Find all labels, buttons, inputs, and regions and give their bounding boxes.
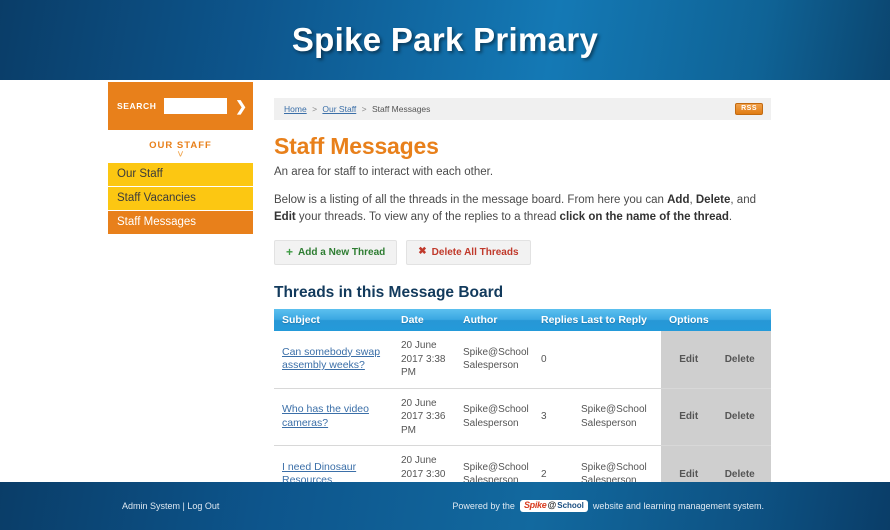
threads-table: Subject Date Author Replies Last to Repl… xyxy=(274,309,771,504)
edit-button[interactable]: Edit xyxy=(679,410,698,424)
breadcrumb-separator: > xyxy=(312,104,318,114)
page-lede: An area for staff to interact with each … xyxy=(274,166,494,178)
column-header-last-to-reply: Last to Reply xyxy=(573,309,661,331)
delete-button[interactable]: Delete xyxy=(725,410,755,424)
threads-table-body: Can somebody swap assembly weeks? 20 Jun… xyxy=(274,331,771,504)
column-header-author: Author xyxy=(455,309,533,331)
breadcrumb-separator: > xyxy=(361,104,367,114)
spike-at-school-logo: Spike @ School xyxy=(519,500,588,512)
cell-replies: 3 xyxy=(533,388,573,446)
page-intro: Below is a listing of all the threads in… xyxy=(274,192,771,226)
site-title: Spike Park Primary xyxy=(291,21,599,58)
column-header-options: Options xyxy=(661,309,771,331)
cell-date: 20 June 2017 3:36 PM xyxy=(393,388,455,446)
add-new-thread-label: Add a New Thread xyxy=(298,246,386,258)
thread-link[interactable]: Who has the video cameras? xyxy=(282,403,369,429)
delete-all-threads-label: Delete All Threads xyxy=(431,246,519,258)
sidebar-item-label: Staff Vacancies xyxy=(117,192,196,204)
sidebar: SEARCH ❯ OUR STAFF ˅ Our Staff Staff Vac… xyxy=(108,82,253,235)
site-footer: Admin System | Log Out Powered by the Sp… xyxy=(0,482,890,530)
column-header-subject: Subject xyxy=(274,309,393,331)
cell-subject: Who has the video cameras? xyxy=(274,388,393,446)
site-header: Spike Park Primary xyxy=(0,0,890,80)
logo-spike-text: Spike xyxy=(523,500,547,510)
cell-author: Spike@School Salesperson xyxy=(455,331,533,389)
table-title: Threads in this Message Board xyxy=(274,284,504,301)
sidebar-item-staff-vacancies[interactable]: Staff Vacancies xyxy=(108,187,253,210)
admin-system-link[interactable]: Admin System xyxy=(122,501,180,511)
plus-icon: + xyxy=(286,245,294,259)
cell-replies: 0 xyxy=(533,331,573,389)
sidebar-item-staff-messages[interactable]: Staff Messages xyxy=(108,211,253,234)
edit-button[interactable]: Edit xyxy=(679,468,698,482)
intro-period: . xyxy=(728,211,733,223)
search-label: SEARCH xyxy=(117,101,157,111)
search-box: SEARCH ❯ xyxy=(108,82,253,130)
cross-icon: ✖ xyxy=(418,246,427,257)
cell-last-to-reply: Spike@School Salesperson xyxy=(573,388,661,446)
log-out-link[interactable]: Log Out xyxy=(187,501,219,511)
powered-by-prefix: Powered by the xyxy=(452,501,515,511)
delete-button[interactable]: Delete xyxy=(725,353,755,367)
page-title: Staff Messages xyxy=(274,133,439,159)
cell-options: Edit Delete xyxy=(661,388,771,446)
sidebar-section-heading: OUR STAFF xyxy=(149,140,212,151)
table-header-row: Subject Date Author Replies Last to Repl… xyxy=(274,309,771,331)
intro-text-2: your threads. To view any of the replies… xyxy=(295,211,560,223)
cell-date: 20 June 2017 3:38 PM xyxy=(393,331,455,389)
delete-all-threads-button[interactable]: ✖ Delete All Threads xyxy=(406,240,531,265)
intro-edit: Edit xyxy=(274,211,296,223)
footer-divider: | xyxy=(182,501,185,511)
sidebar-item-label: Our Staff xyxy=(117,168,163,180)
sidebar-item-our-staff[interactable]: Our Staff xyxy=(108,163,253,186)
table-row: Who has the video cameras? 20 June 2017 … xyxy=(274,388,771,446)
thread-link[interactable]: Can somebody swap assembly weeks? xyxy=(282,346,380,372)
main-content: Home > Our Staff > Staff Messages RSS St… xyxy=(274,98,771,504)
intro-add: Add xyxy=(667,194,690,206)
column-header-date: Date xyxy=(393,309,455,331)
sidebar-item-label: Staff Messages xyxy=(117,216,197,228)
table-row: Can somebody swap assembly weeks? 20 Jun… xyxy=(274,331,771,389)
rss-badge[interactable]: RSS xyxy=(735,103,763,115)
cell-subject: Can somebody swap assembly weeks? xyxy=(274,331,393,389)
chevron-right-icon[interactable]: ❯ xyxy=(235,99,247,113)
page-body: SEARCH ❯ OUR STAFF ˅ Our Staff Staff Vac… xyxy=(0,80,890,504)
intro-and: , and xyxy=(730,194,756,206)
powered-by-suffix: website and learning management system. xyxy=(592,501,764,511)
add-new-thread-button[interactable]: + Add a New Thread xyxy=(274,240,398,265)
cell-last-to-reply xyxy=(573,331,661,389)
breadcrumb-link-home[interactable]: Home xyxy=(284,104,307,114)
cell-options: Edit Delete xyxy=(661,331,771,389)
footer-left: Admin System | Log Out xyxy=(122,501,219,511)
column-header-replies: Replies xyxy=(533,309,578,331)
breadcrumb-current: Staff Messages xyxy=(371,104,431,114)
threads-table-head: Subject Date Author Replies Last to Repl… xyxy=(274,309,771,331)
logo-school-text: School xyxy=(557,500,584,510)
action-buttons: + Add a New Thread ✖ Delete All Threads xyxy=(274,240,771,265)
edit-button[interactable]: Edit xyxy=(679,353,698,367)
breadcrumb-trail: Home > Our Staff > Staff Messages xyxy=(284,104,430,114)
cell-author: Spike@School Salesperson xyxy=(455,388,533,446)
chevron-down-icon: ˅ xyxy=(177,149,184,161)
search-input[interactable] xyxy=(163,98,228,114)
logo-at-text: @ xyxy=(547,500,557,510)
breadcrumb: Home > Our Staff > Staff Messages RSS xyxy=(274,98,771,120)
breadcrumb-link-our-staff[interactable]: Our Staff xyxy=(322,104,356,114)
intro-click: click on the name of the thread xyxy=(559,211,729,223)
delete-button[interactable]: Delete xyxy=(725,468,755,482)
intro-delete: Delete xyxy=(695,194,731,206)
footer-right: Powered by the Spike @ School website and … xyxy=(452,500,764,512)
intro-text-1: Below is a listing of all the threads in… xyxy=(274,194,668,206)
